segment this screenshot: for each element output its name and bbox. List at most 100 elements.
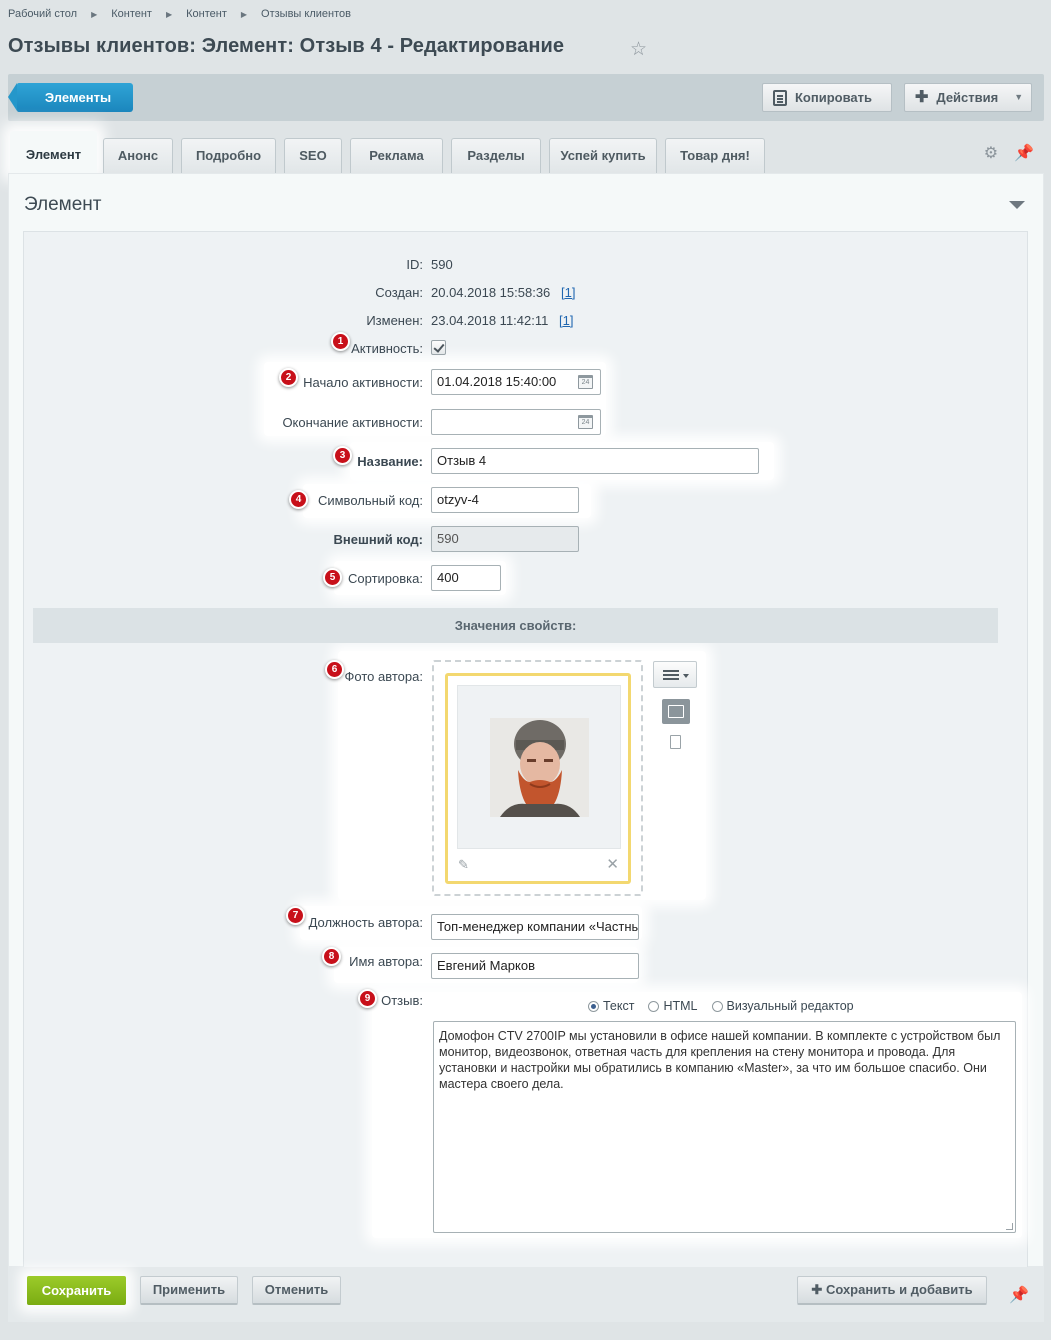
name-label: Название: [357, 454, 423, 469]
end-label: Окончание активности: [282, 415, 423, 430]
mode-text-radio[interactable]: Текст [588, 999, 634, 1013]
radio-selected-icon [588, 1000, 599, 1012]
position-label: Должность автора: [308, 915, 423, 930]
photo-label: Фото автора: [344, 669, 423, 684]
edit-photo-icon[interactable]: ✎ [458, 857, 469, 873]
breadcrumb-item[interactable]: Контент [111, 8, 152, 20]
review-text: Домофон CTV 2700IP мы установили в офисе… [439, 1029, 1001, 1091]
step-badge-2: 2 [279, 368, 298, 387]
remove-photo-icon[interactable]: ✕ [606, 855, 619, 873]
end-date-input[interactable]: 24 [431, 409, 601, 435]
step-badge-1: 1 [331, 332, 350, 351]
id-value: 590 [431, 257, 453, 272]
chevron-down-icon [683, 674, 689, 678]
toolbar: Элементы Копировать ✚ Действия ▼ [8, 74, 1044, 121]
step-badge-6: 6 [325, 660, 344, 679]
calendar-icon[interactable]: 24 [578, 375, 593, 389]
breadcrumb-item[interactable]: Отзывы клиентов [261, 8, 351, 20]
gear-icon[interactable]: ⚙ [984, 143, 998, 163]
chevron-down-icon: ▼ [1014, 92, 1024, 102]
editor-mode-switch: Текст HTML Визуальный редактор [588, 999, 854, 1013]
panel-title: Элемент [24, 194, 102, 215]
photo-card: ✎ ✕ [445, 673, 631, 884]
apply-button[interactable]: Применить [140, 1276, 238, 1305]
tab-ads[interactable]: Реклама [350, 138, 443, 173]
step-badge-5: 5 [323, 568, 342, 587]
back-to-elements-button[interactable]: Элементы [8, 83, 133, 112]
tab-bar: Элемент Анонс Подробно SEO Реклама Разде… [8, 131, 1044, 173]
author-label: Имя автора: [349, 954, 423, 969]
tab-preview[interactable]: Анонс [103, 138, 173, 173]
mode-html-radio[interactable]: HTML [648, 999, 698, 1013]
breadcrumb: Рабочий стол ▶ Контент ▶ Контент ▶ Отзыв… [8, 6, 351, 22]
pin-icon[interactable]: 📌 [1014, 143, 1034, 163]
chevron-right-icon: ▶ [165, 9, 173, 19]
photo-menu-button[interactable] [653, 661, 697, 688]
copy-button[interactable]: Копировать [762, 83, 892, 112]
code-input[interactable]: otzyv-4 [431, 487, 579, 513]
id-label: ID: [406, 257, 423, 272]
review-textarea[interactable]: Домофон CTV 2700IP мы установили в офисе… [433, 1021, 1016, 1233]
mode-visual-radio[interactable]: Визуальный редактор [711, 999, 854, 1013]
name-input[interactable]: Отзыв 4 [431, 448, 759, 474]
review-label: Отзыв: [381, 993, 423, 1008]
tab-hurry-buy[interactable]: Успей купить [549, 138, 657, 173]
tab-sections[interactable]: Разделы [451, 138, 541, 173]
start-date-input[interactable]: 01.04.2018 15:40:00 24 [431, 369, 601, 395]
start-date-value: 01.04.2018 15:40:00 [437, 374, 557, 389]
image-view-icon[interactable] [662, 699, 690, 724]
tab-detail[interactable]: Подробно [181, 138, 276, 173]
external-code-label: Внешний код: [333, 532, 423, 547]
sort-label: Сортировка: [348, 571, 423, 586]
author-photo[interactable] [490, 718, 589, 817]
step-badge-9: 9 [358, 989, 377, 1008]
position-input[interactable]: Топ-менеджер компании «Частные [431, 914, 639, 940]
plus-icon: ✚ [811, 1282, 826, 1297]
actions-label: Действия [936, 90, 999, 105]
modified-label: Изменен: [366, 313, 423, 328]
breadcrumb-item[interactable]: Рабочий стол [8, 8, 77, 20]
save-button[interactable]: Сохранить [27, 1276, 126, 1305]
active-checkbox[interactable] [431, 340, 446, 355]
code-label: Символьный код: [317, 493, 423, 508]
collapse-icon[interactable] [1009, 201, 1025, 209]
external-code-input[interactable]: 590 [431, 526, 579, 552]
modified-by-link[interactable]: [1] [559, 313, 573, 328]
breadcrumb-item[interactable]: Контент [186, 8, 227, 20]
save-and-add-button[interactable]: ✚ Сохранить и добавить [797, 1276, 987, 1305]
mode-visual-label: Визуальный редактор [726, 999, 854, 1013]
pin-icon[interactable]: 📌 [1009, 1285, 1029, 1305]
step-badge-7: 7 [286, 906, 305, 925]
calendar-icon[interactable]: 24 [578, 415, 593, 429]
step-badge-4: 4 [289, 490, 308, 509]
created-value: 20.04.2018 15:58:36 [431, 285, 551, 300]
modified-value: 23.04.2018 11:42:11 [431, 313, 549, 328]
copy-label: Копировать [795, 90, 873, 105]
tab-element[interactable]: Элемент [10, 131, 97, 173]
created-label: Создан: [375, 285, 423, 300]
sort-input[interactable]: 400 [431, 565, 501, 591]
radio-icon [648, 1000, 660, 1012]
copy-icon [773, 89, 787, 106]
mode-text-label: Текст [603, 999, 635, 1013]
plus-icon: ✚ [915, 89, 929, 106]
step-badge-3: 3 [333, 446, 352, 465]
save-and-add-label: Сохранить и добавить [825, 1282, 973, 1297]
file-view-icon[interactable] [670, 735, 681, 749]
properties-section-title: Значения свойств: [33, 608, 998, 643]
active-label: Активность: [351, 341, 423, 356]
chevron-right-icon: ▶ [240, 9, 248, 19]
cancel-button[interactable]: Отменить [252, 1276, 341, 1305]
actions-button[interactable]: ✚ Действия ▼ [904, 83, 1032, 112]
created-by-link[interactable]: [1] [561, 285, 575, 300]
photo-preview-area [457, 685, 621, 849]
resize-handle-icon[interactable] [1006, 1223, 1013, 1230]
chevron-right-icon: ▶ [91, 9, 98, 19]
mode-html-label: HTML [663, 999, 698, 1013]
tab-deal-of-day[interactable]: Товар дня! [665, 138, 765, 173]
author-input[interactable]: Евгений Марков [431, 953, 639, 979]
step-badge-8: 8 [322, 947, 341, 966]
radio-icon [711, 1000, 723, 1012]
star-icon[interactable]: ☆ [630, 38, 647, 61]
tab-seo[interactable]: SEO [284, 138, 342, 173]
